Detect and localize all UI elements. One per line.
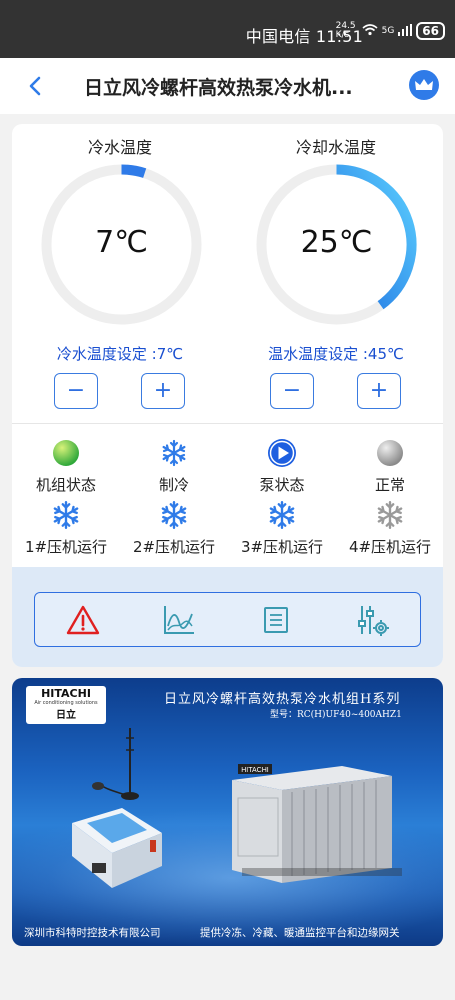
pump-status-label: 泵状态 [259, 476, 305, 494]
chilled-water-plus-button[interactable]: + [141, 373, 185, 409]
chilled-water-gauge-fill [121, 164, 147, 178]
banner-model: 型号：RC(H)UF40~400AHZ1 [270, 710, 402, 720]
warm-water-setpoint: 温水温度设定 :45℃ [268, 345, 404, 363]
cooling-mode-item: 制冷 [120, 438, 228, 495]
green-dot-icon [12, 438, 120, 468]
snowflake-icon [12, 500, 120, 530]
crown-icon[interactable] [409, 70, 439, 100]
compressor-1-item: 1#压机运行 [12, 500, 120, 557]
cooling-water-temp-label: 冷却水温度 [295, 138, 376, 157]
chart-icon[interactable] [159, 600, 199, 640]
wifi-icon [362, 23, 378, 39]
status-bar: 中国电信 11:51 24.5 K/s 5G 66 [0, 0, 455, 58]
network-label: 5G [381, 26, 395, 36]
company-name: 深圳市科特时控技术有限公司 [24, 927, 161, 939]
gateway-device-image [72, 728, 162, 888]
chilled-water-setpoint: 冷水温度设定 :7℃ [56, 345, 184, 363]
product-banner[interactable]: HITACHI Air conditioning solutions 日立 日立… [12, 678, 443, 946]
battery-icon: 66 [416, 22, 445, 40]
carrier-label: 中国电信 [245, 27, 311, 46]
nav-bar: 日立风冷螺杆高效热泵冷水机... [0, 58, 455, 114]
page-title: 日立风冷螺杆高效热泵冷水机... [84, 77, 353, 99]
cooling-mode-label: 制冷 [158, 476, 189, 494]
warm-water-plus-button[interactable]: + [357, 373, 401, 409]
compressor-2-label: 2#压机运行 [132, 538, 216, 556]
unit-status-item: 机组状态 [12, 438, 120, 495]
list-icon[interactable] [256, 600, 296, 640]
compressor-3-item: 3#压机运行 [228, 500, 336, 557]
normal-status-item: 正常 [336, 438, 443, 495]
compressor-1-label: 1#压机运行 [24, 538, 108, 556]
snowflake-icon [120, 500, 228, 530]
main-card: 冷水温度 7℃ 冷却水温度 25℃ 冷水温度设定 :7℃ 温水温度设定 :45℃… [12, 124, 443, 667]
banner-title: 日立风冷螺杆高效热泵冷水机组H系列 [164, 692, 401, 707]
compressor-3-label: 3#压机运行 [240, 538, 324, 556]
compressor-4-item: 4#压机运行 [336, 500, 443, 557]
snowflake-icon [228, 500, 336, 530]
signal-icon [398, 23, 413, 39]
chilled-water-temp-value: 7℃ [95, 225, 148, 260]
warm-water-minus-button[interactable]: − [270, 373, 314, 409]
chilled-water-minus-button[interactable]: − [54, 373, 98, 409]
brand-name: HITACHI [41, 687, 91, 700]
alarm-icon[interactable] [63, 600, 103, 640]
gray-dot-icon [336, 438, 443, 468]
cooling-water-temp-value: 25℃ [300, 225, 373, 260]
play-icon [228, 438, 336, 468]
speed-indicator: 24.5 K/s [335, 21, 356, 40]
snowflake-gray-icon [336, 500, 443, 530]
pump-status-item: 泵状态 [228, 438, 336, 495]
snowflake-icon [120, 438, 228, 468]
compressor-4-label: 4#压机运行 [348, 538, 432, 556]
unit-status-label: 机组状态 [35, 476, 96, 494]
chiller-unit-image: HITACHI [232, 764, 402, 883]
settings-sliders-icon[interactable] [352, 600, 392, 640]
tool-panel [12, 567, 443, 667]
divider [12, 423, 443, 424]
brand-cn: 日立 [56, 710, 76, 721]
chiller-brand-label: HITACHI [241, 767, 269, 774]
hitachi-logo: HITACHI Air conditioning solutions 日立 [26, 686, 106, 724]
toolbar [34, 592, 421, 647]
service-description: 提供冷冻、冷藏、暖通监控平台和边缘网关 [200, 927, 400, 939]
compressor-2-item: 2#压机运行 [120, 500, 228, 557]
chilled-water-temp-label: 冷水温度 [87, 138, 152, 157]
normal-status-label: 正常 [374, 476, 405, 494]
back-icon[interactable] [22, 72, 50, 100]
